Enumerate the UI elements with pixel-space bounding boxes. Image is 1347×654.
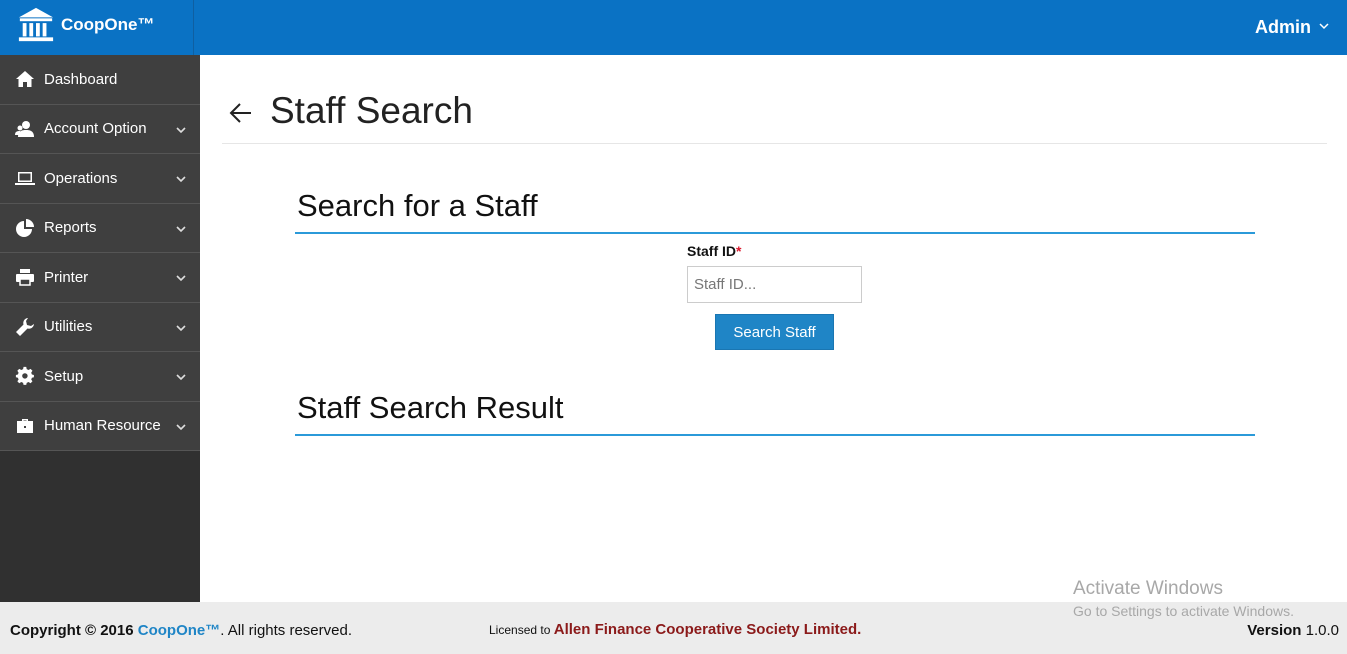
sidebar-item-reports[interactable]: Reports [0, 203, 200, 253]
home-icon [14, 69, 36, 89]
licensee-name: Allen Finance Cooperative Society Limite… [553, 621, 858, 638]
sidebar-item-label: Reports [44, 219, 97, 237]
chevron-down-icon [1319, 21, 1329, 34]
search-section-title: Search for a Staff [295, 188, 1255, 234]
watermark-line2: Go to Settings to activate Windows. [1073, 603, 1294, 619]
watermark-line1: Activate Windows [1073, 578, 1223, 599]
sidebar-item-label: Printer [44, 268, 89, 286]
sidebar-item-account-option[interactable]: Account Option [0, 104, 200, 154]
sidebar-item-printer[interactable]: Printer [0, 253, 200, 303]
staff-id-label: Staff ID* [687, 243, 741, 261]
sidebar-item-label: Operations [44, 169, 118, 187]
page-header: Staff Search [222, 90, 1327, 144]
result-section-title: Staff Search Result [295, 390, 1255, 436]
sidebar-item-dashboard[interactable]: Dashboard [0, 55, 200, 105]
version: Version 1.0.0 [1247, 622, 1339, 639]
copyright-suffix: . All rights reserved. [220, 622, 352, 639]
top-bar: CoopOne™ Admin [0, 0, 1347, 55]
version-label: Version [1247, 622, 1302, 639]
pie-chart-icon [14, 218, 36, 238]
version-value: 1.0.0 [1305, 622, 1339, 639]
brand-name: CoopOne™ [61, 14, 155, 34]
chevron-down-icon [176, 122, 186, 133]
laptop-icon [14, 168, 36, 188]
search-staff-button[interactable]: Search Staff [715, 314, 834, 350]
sidebar-item-utilities[interactable]: Utilities [0, 302, 200, 352]
required-mark: * [736, 243, 742, 259]
chevron-down-icon [176, 171, 186, 183]
user-menu-label: Admin [1255, 17, 1311, 37]
brand-logo[interactable]: CoopOne™ [0, 0, 194, 55]
sidebar-item-label: Setup [44, 367, 84, 385]
users-icon [14, 119, 36, 139]
sidebar-item-label: Human Resource [44, 417, 161, 435]
chevron-down-icon [176, 419, 186, 430]
sidebar-item-label: Dashboard [44, 70, 118, 88]
copyright-prefix: Copyright © 2016 [10, 622, 134, 639]
sidebar-item-label: Utilities [44, 318, 93, 336]
user-menu[interactable]: Admin [1255, 17, 1329, 38]
sidebar-item-setup[interactable]: Setup [0, 352, 200, 402]
bank-icon [17, 6, 55, 49]
staff-id-input[interactable] [687, 266, 862, 303]
chevron-down-icon [176, 270, 186, 282]
printer-icon [14, 267, 36, 287]
chevron-down-icon [176, 369, 186, 381]
gear-icon [14, 366, 36, 386]
licensed-suffix: . [857, 621, 862, 638]
sidebar-item-label: Account Option [44, 120, 147, 138]
page-title: Staff Search [270, 90, 473, 131]
chevron-down-icon [176, 320, 186, 331]
wrench-icon [14, 317, 36, 337]
back-arrow-icon[interactable] [228, 100, 254, 126]
sidebar: Dashboard Account Option Operations Repo… [0, 55, 200, 602]
activate-windows-watermark: Activate Windows Go to Settings to activ… [1073, 578, 1294, 619]
sidebar-item-operations[interactable]: Operations [0, 154, 200, 204]
briefcase-icon [14, 416, 36, 436]
copyright-brand-link[interactable]: CoopOne™ [138, 622, 221, 639]
main-content: Staff Search Search for a Staff Staff ID… [200, 55, 1347, 602]
chevron-down-icon [176, 221, 186, 232]
copyright: Copyright © 2016 CoopOne™. All rights re… [10, 622, 352, 639]
staff-id-label-text: Staff ID [687, 243, 736, 259]
sidebar-item-human-resource[interactable]: Human Resource [0, 401, 200, 451]
license-info: Licensed to Allen Finance Cooperative So… [489, 621, 861, 638]
licensed-prefix: Licensed to [489, 623, 551, 637]
